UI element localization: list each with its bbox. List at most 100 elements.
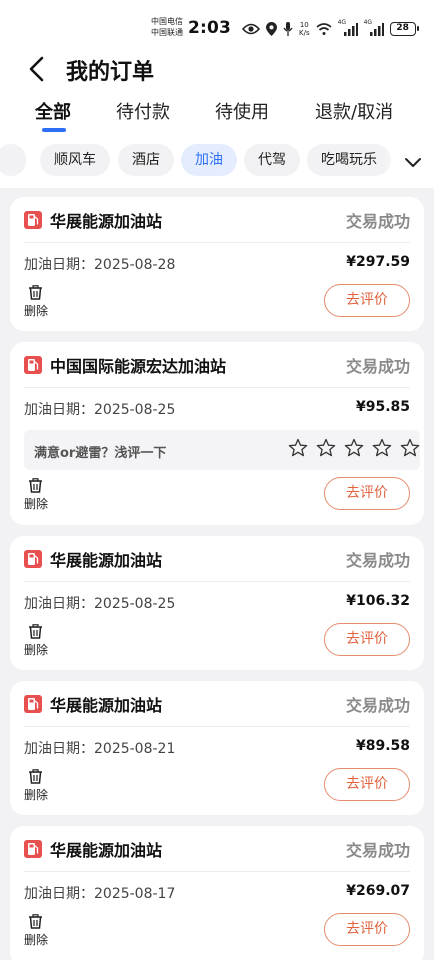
star-outline-icon[interactable] <box>316 438 336 458</box>
active-tab-indicator <box>42 128 66 132</box>
date-value: 2025-08-25 <box>94 402 176 418</box>
divider <box>24 242 410 243</box>
fuel-pump-icon <box>24 211 42 229</box>
order-card[interactable]: 华展能源加油站 交易成功 加油日期：2025-08-25 ¥106.32 删除 … <box>10 536 424 670</box>
trash-icon <box>29 478 42 493</box>
delete-label: 删除 <box>24 788 49 802</box>
carrier-1: 中国电信 <box>151 17 183 26</box>
station-name: 中国国际能源宏达加油站 <box>50 357 227 376</box>
date-label: 加油日期： <box>24 402 94 418</box>
signal-1: 4G <box>338 19 358 36</box>
chevron-down-icon <box>405 158 421 167</box>
tab-pending-use[interactable]: 待使用 <box>215 98 269 124</box>
order-status: 交易成功 <box>345 357 410 376</box>
signal-bars-icon <box>343 23 358 36</box>
chip-ride-share[interactable]: 顺风车 <box>40 144 110 176</box>
star-rating <box>288 438 420 462</box>
station-name: 华展能源加油站 <box>50 212 163 231</box>
microphone-icon <box>283 22 293 36</box>
delete-button[interactable]: 删除 <box>22 914 50 950</box>
trash-icon <box>29 285 42 300</box>
status-time: 2:03 <box>188 18 232 38</box>
net-speed-unit: K/s <box>299 29 310 37</box>
location-icon <box>266 22 277 36</box>
order-price: ¥106.32 <box>346 593 410 609</box>
order-card[interactable]: 华展能源加油站 交易成功 加油日期：2025-08-21 ¥89.58 删除 去… <box>10 681 424 815</box>
signal-2: 4G <box>364 19 384 36</box>
order-status: 交易成功 <box>345 696 410 715</box>
star-outline-icon[interactable] <box>400 438 420 458</box>
divider <box>24 581 410 582</box>
order-price: ¥95.85 <box>355 399 410 415</box>
order-price: ¥89.58 <box>355 738 410 754</box>
date-value: 2025-08-21 <box>94 741 176 757</box>
station-name: 华展能源加油站 <box>50 551 163 570</box>
signal-bars-icon <box>369 23 384 36</box>
refuel-date: 加油日期：2025-08-28 <box>24 254 175 274</box>
order-card[interactable]: 华展能源加油站 交易成功 加油日期：2025-08-28 ¥297.59 删除 … <box>10 197 424 331</box>
star-outline-icon[interactable] <box>288 438 308 458</box>
carrier-2: 中国联通 <box>151 28 183 37</box>
chip-designated-driver[interactable]: 代驾 <box>244 144 300 176</box>
tab-pending-payment[interactable]: 待付款 <box>116 98 170 124</box>
review-button[interactable]: 去评价 <box>324 768 410 801</box>
order-card[interactable]: 中国国际能源宏达加油站 交易成功 加油日期：2025-08-25 ¥95.85 … <box>10 342 424 525</box>
expand-categories-button[interactable] <box>400 150 426 176</box>
review-button[interactable]: 去评价 <box>324 913 410 946</box>
trash-icon <box>29 624 42 639</box>
divider <box>24 387 410 388</box>
tab-all[interactable]: 全部 <box>35 98 71 124</box>
status-icons: 10 K/s 4G 4G 28 <box>242 18 419 40</box>
net-speed: 10 K/s <box>299 21 310 37</box>
chip-hotel[interactable]: 酒店 <box>118 144 174 176</box>
tab-refund-cancel[interactable]: 退款/取消 <box>315 98 393 124</box>
refuel-date: 加油日期：2025-08-25 <box>24 593 175 613</box>
date-value: 2025-08-25 <box>94 596 176 612</box>
date-label: 加油日期： <box>24 886 94 902</box>
trash-icon <box>29 769 42 784</box>
carrier-info: 中国电信 中国联通 <box>151 16 183 38</box>
chip-food-entertainment[interactable]: 吃喝玩乐 <box>307 144 391 176</box>
status-bar: 中国电信 中国联通 2:03 10 K/s 4G 4G 28 <box>0 14 434 44</box>
review-button[interactable]: 去评价 <box>324 284 410 317</box>
order-price: ¥269.07 <box>346 883 410 899</box>
fuel-pump-icon <box>24 695 42 713</box>
page-title: 我的订单 <box>66 60 155 85</box>
order-status: 交易成功 <box>345 841 410 860</box>
chip-fuel[interactable]: 加油 <box>181 144 237 176</box>
date-label: 加油日期： <box>24 257 94 273</box>
chip-partial[interactable] <box>0 144 26 176</box>
fuel-pump-icon <box>24 356 42 374</box>
net-speed-value: 10 <box>299 21 309 29</box>
category-chips: 顺风车 酒店 加油 代驾 吃喝玩乐 <box>0 144 434 180</box>
delete-button[interactable]: 删除 <box>22 478 50 514</box>
delete-button[interactable]: 删除 <box>22 624 50 660</box>
date-value: 2025-08-28 <box>94 257 176 273</box>
delete-label: 删除 <box>24 497 49 511</box>
station-name: 华展能源加油站 <box>50 696 163 715</box>
star-outline-icon[interactable] <box>372 438 392 458</box>
eye-icon <box>242 23 260 35</box>
review-button[interactable]: 去评价 <box>324 623 410 656</box>
review-button[interactable]: 去评价 <box>324 477 410 510</box>
date-label: 加油日期： <box>24 741 94 757</box>
delete-button[interactable]: 删除 <box>22 285 50 321</box>
station-name: 华展能源加油站 <box>50 841 163 860</box>
back-button[interactable] <box>26 54 48 84</box>
trash-icon <box>29 914 42 929</box>
chevron-left-icon <box>29 56 44 82</box>
battery-indicator: 28 <box>389 22 419 36</box>
star-outline-icon[interactable] <box>344 438 364 458</box>
delete-label: 删除 <box>24 933 49 947</box>
delete-label: 删除 <box>24 643 49 657</box>
divider <box>24 726 410 727</box>
wifi-icon <box>316 23 332 35</box>
order-card[interactable]: 华展能源加油站 交易成功 加油日期：2025-08-17 ¥269.07 删除 … <box>10 826 424 960</box>
date-value: 2025-08-17 <box>94 886 176 902</box>
fuel-pump-icon <box>24 840 42 858</box>
fuel-pump-icon <box>24 550 42 568</box>
delete-label: 删除 <box>24 304 49 318</box>
delete-button[interactable]: 删除 <box>22 769 50 805</box>
rating-prompt: 满意or避雷？浅评一下 <box>34 446 167 461</box>
order-price: ¥297.59 <box>346 254 410 270</box>
